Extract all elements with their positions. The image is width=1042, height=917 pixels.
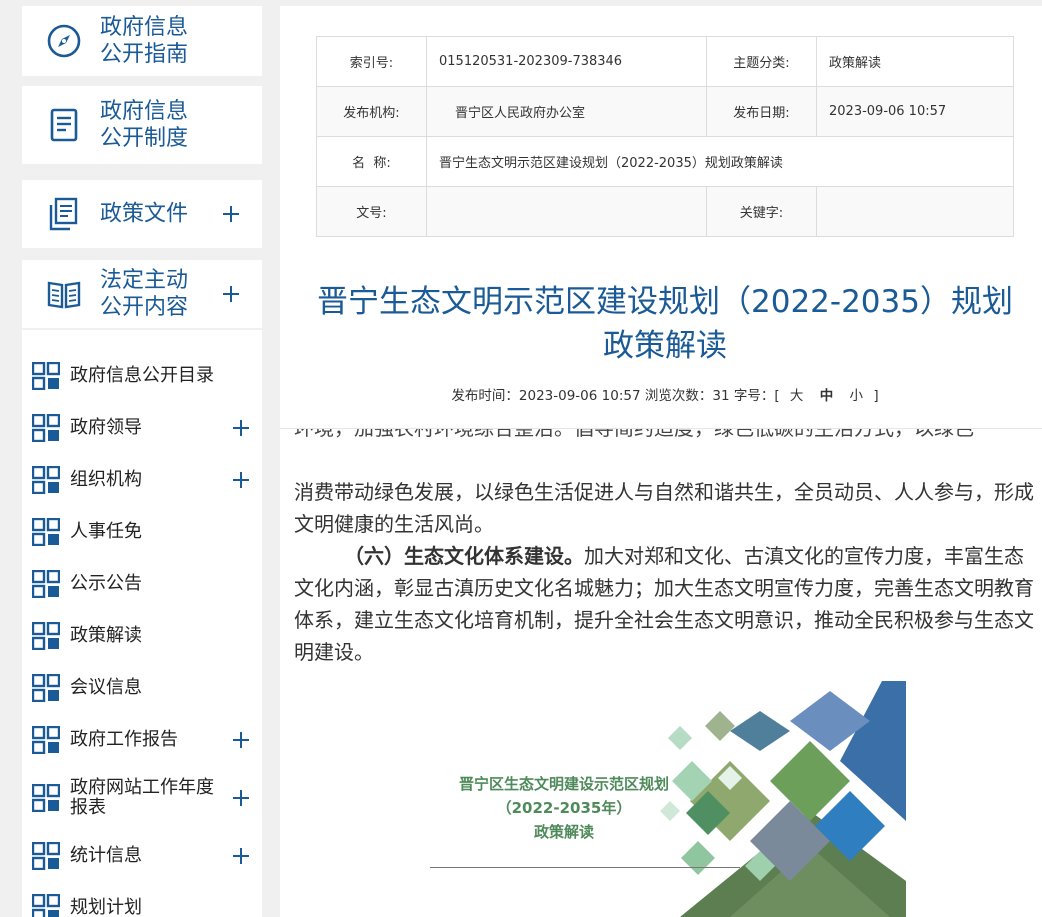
keyword-label: 关键字: [706,186,817,237]
sidebar-item-label: 公示公告 [70,573,142,594]
section-heading: （六）生态文化体系建设。 [344,544,584,568]
plus-icon[interactable] [232,731,250,749]
document-icon [50,108,78,142]
sidebar-item-announcements[interactable]: 公示公告 [22,558,262,610]
grid-icon [32,622,60,650]
sidebar-item-label: 人事任免 [70,521,142,542]
plus-icon[interactable] [222,285,240,303]
sidebar-item-label: 规划计划 [70,897,142,917]
grid-icon [32,726,60,754]
card-mandatory-disclosure[interactable]: 法定主动 公开内容 [22,260,262,328]
font-size-large[interactable]: 大 [790,388,804,404]
sidebar-item-label: 政策解读 [70,625,142,646]
index-value: 015120531-202309-738346 [426,36,707,87]
docno-value [426,186,707,237]
sidebar-item-work-report[interactable]: 政府工作报告 [22,714,262,766]
font-size-medium[interactable]: 中 [820,388,834,404]
sidebar-item-label: 组织机构 [70,469,142,490]
sidebar-item-label: 统计信息 [70,845,142,866]
grid-icon [32,414,60,442]
grid-icon [32,842,60,870]
grid-icon [32,466,60,494]
sidebar-menu: 政府信息公开目录 政府领导 组织机构 人事任免 公示公告 政策解读 会议信息 政… [22,330,262,917]
view-count: 31 [712,388,730,404]
sidebar-item-meetings[interactable]: 会议信息 [22,662,262,714]
plus-icon[interactable] [232,471,250,489]
sidebar-item-disclosure-catalog[interactable]: 政府信息公开目录 [22,350,262,402]
cover-title: 晋宁区生态文明建设示范区规划 （2022-2035年） 政策解读 [458,775,669,841]
sidebar-item-label: 政府领导 [70,417,142,438]
publish-time: 2023-09-06 10:57 [518,388,641,404]
article-info: 发布时间：2023-09-06 10:57 浏览次数：31 字号：[ 大 中 小… [451,388,879,404]
metadata-table: 索引号: 015120531-202309-738346 主题分类: 政策解读 … [316,36,1014,237]
header-divider [280,428,1042,429]
card-disclosure-system[interactable]: 政府信息 公开制度 [22,86,262,164]
compass-icon [47,24,81,58]
name-value: 晋宁生态文明示范区建设规划（2022-2035）规划政策解读 [426,136,1014,187]
card-label: 政府信息 公开制度 [100,99,189,151]
date-value: 2023-09-06 10:57 [816,86,1014,137]
sidebar-item-label: 政府工作报告 [70,729,178,750]
sidebar-item-personnel[interactable]: 人事任免 [22,506,262,558]
sidebar-item-policy-interpretation[interactable]: 政策解读 [22,610,262,662]
sidebar: 政府信息 公开指南 政府信息 公开制度 政策文件 法定主动 公开内容 政府信息公… [0,0,270,917]
grid-icon [32,784,60,812]
files-icon [49,197,78,231]
card-label: 政策文件 [100,201,189,227]
sidebar-item-website-annual-report[interactable]: 政府网站工作年度 报表 [22,766,262,830]
sidebar-item-organization[interactable]: 组织机构 [22,454,262,506]
topic-value: 政策解读 [816,36,1014,87]
sidebar-item-label: 政府网站工作年度 报表 [70,777,214,818]
sidebar-item-label: 会议信息 [70,677,142,698]
card-label: 政府信息 公开指南 [100,15,189,67]
grid-icon [32,894,60,917]
card-policy-files[interactable]: 政策文件 [22,180,262,248]
article-body: 消费带动绿色发展，以绿色生活促进人与自然和谐共生，全员动员、人人参与，形成文明健… [294,476,1034,668]
sidebar-item-label: 政府信息公开目录 [70,365,214,386]
cover-divider [430,867,740,868]
title-area: 晋宁生态文明示范区建设规划（2022-2035）规划政策解读 发布时间：2023… [280,242,1042,428]
paragraph: 消费带动绿色发展，以绿色生活促进人与自然和谐共生，全员动员、人人参与，形成文明健… [294,480,1034,536]
keyword-value [816,186,1014,237]
grid-icon [32,362,60,390]
grid-icon [32,570,60,598]
index-label: 索引号: [316,36,427,87]
open-book-icon [47,281,81,309]
plus-icon[interactable] [232,789,250,807]
card-label: 法定主动 公开内容 [100,268,189,320]
publisher-value: 晋宁区人民政府办公室 [426,86,707,137]
topic-label: 主题分类: [706,36,817,87]
plus-icon[interactable] [222,205,240,223]
clipped-text-line: 环境，加强农村环境综合整治。倡导简约适度，绿色低碳的生活方式，以绿色 [294,428,974,440]
sidebar-item-planning[interactable]: 规划计划 [22,882,262,917]
grid-icon [32,674,60,702]
sidebar-item-government-leaders[interactable]: 政府领导 [22,402,262,454]
article-panel: 索引号: 015120531-202309-738346 主题分类: 政策解读 … [280,6,1042,917]
publisher-label: 发布机构: [316,86,427,137]
font-size-small[interactable]: 小 [850,388,864,404]
plus-icon[interactable] [232,847,250,865]
name-label: 名 称: [316,136,427,187]
sidebar-item-statistics[interactable]: 统计信息 [22,830,262,882]
card-disclosure-guide[interactable]: 政府信息 公开指南 [22,6,262,76]
docno-label: 文号: [316,186,427,237]
date-label: 发布日期: [706,86,817,137]
paragraph: （六）生态文化体系建设。加大对郑和文化、古滇文化的宣传力度，丰富生态文化内涵，彰… [294,544,1034,664]
plus-icon[interactable] [232,419,250,437]
article-title: 晋宁生态文明示范区建设规划（2022-2035）规划政策解读 [317,284,1013,364]
grid-icon [32,518,60,546]
